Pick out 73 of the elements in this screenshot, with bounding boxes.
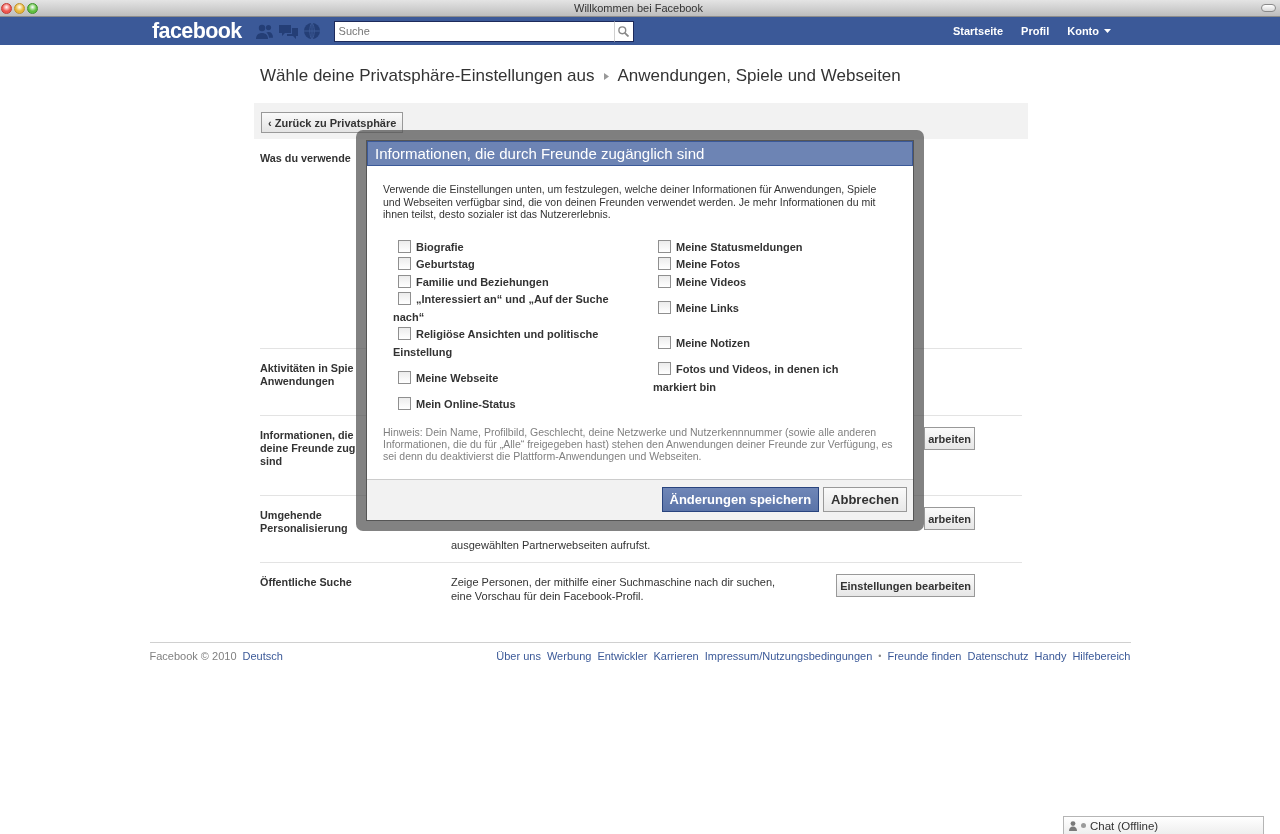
checkbox[interactable] bbox=[398, 257, 411, 270]
toolbar-toggle-button[interactable] bbox=[1261, 4, 1276, 12]
checkbox-option[interactable]: Meine Notizen bbox=[653, 334, 862, 353]
save-button[interactable]: Änderungen speichern bbox=[661, 487, 820, 512]
setting-label: Informationen, die deine Freunde zug sind bbox=[260, 429, 356, 468]
language-link[interactable]: Deutsch bbox=[242, 649, 283, 663]
footer-link[interactable]: Handy bbox=[1034, 649, 1067, 663]
footer-link[interactable]: Freunde finden bbox=[887, 649, 962, 663]
setting-description: Zeige Personen, der mithilfe einer Suchmaschine nach dir suchen, eine Vorschau für dein Facebook-Profil. bbox=[451, 575, 777, 603]
checkbox[interactable] bbox=[398, 327, 411, 340]
search-icon bbox=[618, 25, 630, 37]
zoom-window-button[interactable] bbox=[27, 2, 38, 14]
setting-label: Aktivitäten in Spie Anwendungen bbox=[260, 362, 354, 388]
setting-description: ausgewählten Partnerwebseiten aufrufst. bbox=[451, 538, 652, 552]
search-button[interactable] bbox=[613, 20, 634, 42]
checkbox-option[interactable]: „Interessiert an“ und „Auf der Suche nach“ bbox=[393, 291, 626, 326]
checkbox[interactable] bbox=[658, 239, 671, 253]
footer-separator: • bbox=[878, 650, 882, 663]
footer-link[interactable]: Karrieren bbox=[653, 649, 699, 663]
edit-settings-button[interactable]: arbeiten bbox=[924, 427, 975, 450]
account-menu[interactable]: Konto bbox=[1058, 17, 1120, 45]
checkbox-option[interactable]: Meine Statusmeldungen bbox=[653, 238, 862, 256]
window-title: Willkommen bei Facebook bbox=[574, 0, 703, 16]
back-button[interactable]: ‹ Zurück zu Privatsphäre bbox=[261, 112, 404, 133]
caret-right-icon bbox=[603, 72, 609, 80]
footer-link[interactable]: Werbung bbox=[546, 649, 592, 663]
footer-link[interactable]: Hilfebereich bbox=[1072, 649, 1131, 663]
checkbox[interactable] bbox=[398, 370, 411, 384]
checkbox[interactable] bbox=[658, 300, 671, 314]
dialog-title: Informationen, die durch Freunde zugänglich sind bbox=[375, 145, 705, 162]
person-icon bbox=[1069, 820, 1077, 831]
checkbox-option[interactable]: Mein Online-Status bbox=[393, 396, 626, 414]
checkbox[interactable] bbox=[398, 397, 411, 410]
copyright: Facebook © 2010 bbox=[149, 649, 237, 663]
nav-link[interactable]: Startseite bbox=[943, 17, 1013, 45]
footer-link[interactable]: Über uns bbox=[496, 649, 541, 663]
setting-label: Was du verwende bbox=[260, 152, 351, 165]
checkbox-option[interactable]: Fotos und Videos, in denen ich markiert bin bbox=[653, 361, 862, 396]
checkbox[interactable] bbox=[398, 292, 411, 305]
edit-settings-button[interactable]: arbeiten bbox=[924, 507, 975, 530]
page-title: Wähle deine Privatsphäre-Einstellungen aus bbox=[260, 66, 595, 86]
search-field[interactable]: Suche bbox=[333, 20, 614, 42]
footer-link[interactable]: Impressum/Nutzungsbedingungen bbox=[704, 649, 873, 663]
checkbox[interactable] bbox=[658, 274, 671, 288]
minimize-window-button[interactable] bbox=[14, 2, 25, 14]
footer-link[interactable]: Datenschutz bbox=[967, 649, 1029, 663]
checkbox-option[interactable]: Geburtstag bbox=[393, 256, 626, 274]
dialog-hint: Hinweis: Dein Name, Profilbild, Geschlecht, deine Netzwerke und Nutzerkennnummer (sowie alle anderen Informationen, die du für „Alle“ freigegeben hast) stehen den Anwendungen deiner Freunde zur Verfügung, es sei denn du deaktivierst die Plattform-Anwendungen und Webseiten. bbox=[383, 425, 894, 462]
checkbox-option[interactable]: Biografie bbox=[393, 238, 626, 256]
checkbox-option[interactable]: Meine Videos bbox=[653, 273, 862, 291]
dialog-intro: Verwende die Einstellungen unten, um festzulegen, welche deiner Informationen für Anwendungen, Spiele und Webseiten verfügbar sind, die von deinen Freunden verwendet werden. Je mehr Informationen du mit ihnen teilst, desto sozialer ist das Nutzererlebnis. bbox=[383, 183, 878, 221]
checkbox[interactable] bbox=[658, 362, 671, 375]
edit-settings-button[interactable]: Einstellungen bearbeiten bbox=[836, 574, 975, 597]
cancel-button[interactable]: Abbrechen bbox=[823, 487, 907, 512]
checkbox-option[interactable]: Religiöse Ansichten und politische Einstellung bbox=[393, 326, 626, 361]
checkbox[interactable] bbox=[658, 257, 671, 270]
checkbox[interactable] bbox=[398, 274, 411, 288]
footer-link[interactable]: Entwickler bbox=[597, 649, 648, 663]
status-dot-icon bbox=[1081, 823, 1086, 828]
nav-link[interactable]: Profil bbox=[1012, 17, 1059, 45]
caret-down-icon bbox=[1104, 29, 1111, 33]
checkbox-option[interactable]: Meine Webseite bbox=[393, 369, 626, 388]
chat-button[interactable]: Chat (Offline) bbox=[1063, 816, 1264, 834]
logo[interactable]: facebook bbox=[152, 19, 242, 43]
checkbox-option[interactable]: Meine Fotos bbox=[653, 256, 862, 274]
page-title: Anwendungen, Spiele und Webseiten bbox=[617, 66, 901, 86]
checkbox[interactable] bbox=[398, 239, 411, 253]
close-window-button[interactable] bbox=[1, 2, 12, 14]
setting-label: Öffentliche Suche bbox=[260, 576, 352, 589]
setting-label: Umgehende Personalisierung bbox=[260, 509, 348, 535]
checkbox-option[interactable]: Familie und Beziehungen bbox=[393, 273, 626, 291]
checkbox[interactable] bbox=[658, 335, 671, 349]
checkbox-option[interactable]: Meine Links bbox=[653, 299, 862, 318]
